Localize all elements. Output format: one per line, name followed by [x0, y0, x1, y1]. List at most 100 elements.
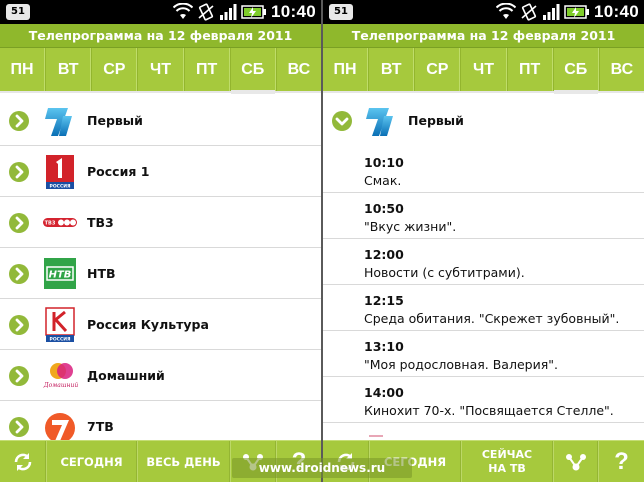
chevron-right-icon[interactable] — [9, 162, 29, 182]
screen-channel-list: 51 10:40 Телепрограмма на 12 февраля 201… — [0, 0, 321, 482]
tab-sun[interactable]: ВС — [598, 48, 644, 91]
tab-fri[interactable]: ПТ — [183, 48, 230, 91]
domashniy-logo-icon: Домашний — [43, 363, 79, 389]
watermark: www.droidnews.ru — [232, 458, 412, 478]
tab-sat[interactable]: СБ — [552, 48, 599, 94]
program-title: Кинохит 70-х. "Посвящается Стелле". — [364, 403, 614, 418]
svg-text:Домашний: Домашний — [43, 382, 79, 389]
program-item[interactable]: 13:10 "Моя родословная. Валерия". — [323, 331, 644, 377]
page-title: Телепрограмма на 12 февраля 2011 — [0, 24, 321, 48]
now-on-tv-button[interactable]: СЕЙЧАС НА ТВ — [461, 441, 553, 482]
schedule-list: Первый 10:10 Смак. 10:50 "Вкус жизни". 1… — [323, 95, 644, 440]
program-time: 14:00 — [364, 385, 404, 400]
tab-wed[interactable]: СР — [91, 48, 138, 91]
wifi-icon — [496, 3, 516, 19]
vibrate-icon — [521, 3, 537, 21]
program-time: 12:15 — [364, 293, 404, 308]
program-time: 12:00 — [364, 247, 404, 262]
chevron-down-icon[interactable] — [332, 111, 352, 131]
channel-row-7tv[interactable]: 7ТВ — [0, 401, 321, 440]
tab-sun[interactable]: ВС — [275, 48, 321, 91]
tv3-logo-icon: ТВ3 — [43, 218, 77, 227]
channel-name: Россия Культура — [87, 317, 209, 332]
program-title: "Моя родословная. Валерия". — [364, 357, 558, 372]
chevron-right-icon[interactable] — [9, 315, 29, 335]
svg-text:НТВ: НТВ — [49, 270, 72, 281]
clock: 10:40 — [271, 2, 316, 21]
tab-thu[interactable]: ЧТ — [460, 48, 507, 91]
svg-text:РОССИЯ: РОССИЯ — [50, 184, 71, 190]
refresh-button[interactable] — [0, 441, 46, 482]
program-title: Новости (с субтитрами). — [364, 265, 525, 280]
vibrate-icon — [198, 3, 214, 21]
all-day-button[interactable]: ВЕСЬ ДЕНЬ — [137, 441, 230, 482]
tab-mon[interactable]: ПН — [323, 48, 369, 91]
battery-charging-icon — [564, 5, 589, 19]
program-time: 10:50 — [364, 201, 404, 216]
7tv-logo-icon — [45, 413, 75, 440]
clock: 10:40 — [594, 2, 639, 21]
tab-fri[interactable]: ПТ — [506, 48, 553, 91]
now-on-tv-label-line2: НА ТВ — [488, 461, 526, 475]
program-item[interactable]: 12:15 Среда обитания. "Скрежет зубовный"… — [323, 285, 644, 331]
rossiya1-logo-icon: РОССИЯ — [46, 155, 74, 190]
channel-name: Первый — [87, 113, 143, 128]
channel-row-kultura[interactable]: РОССИЯ Россия Культура — [0, 299, 321, 350]
channel-row-rossiya1[interactable]: РОССИЯ Россия 1 — [0, 146, 321, 197]
program-item[interactable]: 10:50 "Вкус жизни". — [323, 193, 644, 239]
channel-name: ТВ3 — [87, 215, 114, 230]
tab-tue[interactable]: ВТ — [45, 48, 92, 91]
tab-tue[interactable]: ВТ — [368, 48, 415, 91]
wifi-icon — [173, 3, 193, 19]
program-time: 13:10 — [364, 339, 404, 354]
share-button[interactable] — [553, 441, 598, 482]
screen-channel-schedule: 51 10:40 Телепрограмма на 12 февраля 201… — [323, 0, 644, 482]
now-on-tv-label-line1: СЕЙЧАС — [481, 447, 533, 461]
tab-wed[interactable]: СР — [414, 48, 461, 91]
svg-text:ТВ3: ТВ3 — [45, 221, 56, 227]
perviy-logo-icon — [366, 108, 393, 136]
notification-count-badge[interactable]: 51 — [329, 4, 353, 20]
help-button[interactable]: ? — [598, 441, 644, 482]
channel-row-tv3[interactable]: ТВ3 ТВ3 — [0, 197, 321, 248]
ntv-logo-icon: НТВ — [44, 258, 76, 289]
battery-charging-icon — [241, 5, 266, 19]
program-title: Смак. — [364, 173, 402, 188]
channel-name: НТВ — [87, 266, 116, 281]
today-button[interactable]: СЕГОДНЯ — [46, 441, 137, 482]
perviy-logo-icon — [45, 108, 72, 136]
refresh-icon — [14, 452, 31, 471]
status-bar: 51 10:40 — [323, 0, 644, 24]
chevron-right-icon[interactable] — [9, 213, 29, 233]
day-tabs: ПН ВТ СР ЧТ ПТ СБ ВС — [323, 48, 644, 94]
channel-row-perviy-expanded[interactable]: Первый — [323, 95, 644, 147]
channel-name: Первый — [408, 113, 464, 128]
chevron-right-icon[interactable] — [9, 366, 29, 386]
program-title: Среда обитания. "Скрежет зубовный". — [364, 311, 620, 326]
channel-row-perviy[interactable]: Первый — [0, 95, 321, 146]
program-title: "Вкус жизни". — [364, 219, 457, 234]
share-icon — [565, 453, 586, 470]
chevron-right-icon[interactable] — [9, 264, 29, 284]
channel-name: 7ТВ — [87, 419, 114, 434]
day-tabs: ПН ВТ СР ЧТ ПТ СБ ВС — [0, 48, 321, 94]
channel-name: Домашний — [87, 368, 165, 383]
channel-row-domashniy[interactable]: Домашний Домашний — [0, 350, 321, 401]
signal-icon — [543, 4, 560, 20]
tab-sat[interactable]: СБ — [229, 48, 276, 94]
tab-mon[interactable]: ПН — [0, 48, 46, 91]
signal-icon — [220, 4, 237, 20]
page-title: Телепрограмма на 12 февраля 2011 — [323, 24, 644, 48]
chevron-right-icon[interactable] — [9, 417, 29, 437]
tab-thu[interactable]: ЧТ — [137, 48, 184, 91]
kultura-logo-icon: РОССИЯ — [45, 307, 75, 343]
program-time: 10:10 — [364, 155, 404, 170]
channel-list: Первый РОССИЯ Россия 1 ТВ3 ТВ3 НТВ НТВ Р… — [0, 95, 321, 440]
chevron-right-icon[interactable] — [9, 111, 29, 131]
program-item[interactable]: 14:00 Кинохит 70-х. "Посвящается Стелле"… — [323, 377, 644, 423]
notification-count-badge[interactable]: 51 — [6, 4, 30, 20]
channel-row-ntv[interactable]: НТВ НТВ — [0, 248, 321, 299]
program-item[interactable]: 12:00 Новости (с субтитрами). — [323, 239, 644, 285]
svg-text:РОССИЯ: РОССИЯ — [50, 337, 71, 343]
program-item[interactable]: 10:10 Смак. — [323, 147, 644, 193]
